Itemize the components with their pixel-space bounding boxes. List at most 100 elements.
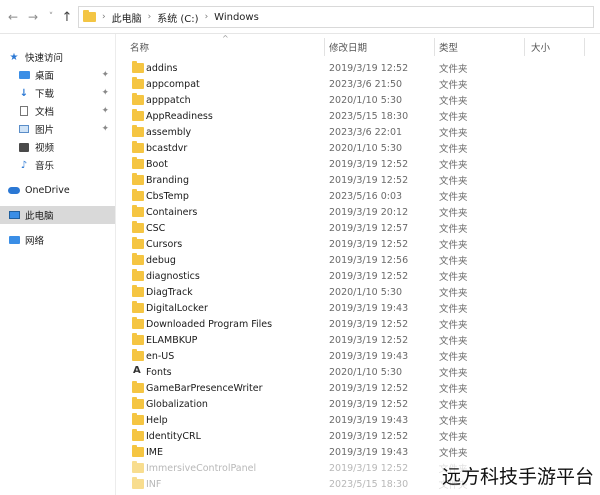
table-row[interactable]: Downloaded Program Files 2019/3/19 12:52 文… <box>128 316 600 332</box>
table-row[interactable]: appcompat 2023/3/6 21:50 文件夹 <box>128 76 600 92</box>
sidebar-item-label: 音乐 <box>35 161 55 172</box>
breadcrumb-windows[interactable]: Windows <box>214 12 259 23</box>
file-type: 文件夹 <box>439 448 468 459</box>
table-row[interactable]: Branding 2019/3/19 12:52 文件夹 <box>128 172 600 188</box>
file-modified-date: 2019/3/19 19:43 <box>329 446 409 458</box>
table-row[interactable]: Containers 2019/3/19 20:12 文件夹 <box>128 204 600 220</box>
table-row[interactable]: CSC 2019/3/19 12:57 文件夹 <box>128 220 600 236</box>
table-row[interactable]: diagnostics 2019/3/19 12:52 文件夹 <box>128 268 600 284</box>
file-modified-date: 2019/3/19 12:57 <box>329 222 409 234</box>
sidebar-item-onedrive[interactable]: OneDrive <box>0 181 115 199</box>
file-name: Cursors <box>146 238 183 250</box>
forward-button[interactable]: → <box>24 6 42 28</box>
watermark-text: 远方科技手游平台 <box>439 462 596 489</box>
folder-icon <box>132 61 144 73</box>
column-divider[interactable] <box>434 38 435 56</box>
breadcrumb-drive-c[interactable]: 系统 (C:) <box>157 10 198 25</box>
column-header-type[interactable]: 类型 <box>439 40 458 54</box>
file-name: en-US <box>146 350 175 362</box>
table-row[interactable]: en-US 2019/3/19 19:43 文件夹 <box>128 348 600 364</box>
column-header-modified[interactable]: 修改日期 <box>329 40 367 54</box>
folder-icon <box>132 109 144 121</box>
sidebar-item-desktop[interactable]: 桌面 ✦ <box>0 66 115 84</box>
table-row[interactable]: GameBarPresenceWriter 2019/3/19 12:52 文件夹 <box>128 380 600 396</box>
breadcrumb[interactable]: › 此电脑 › 系统 (C:) › Windows <box>78 6 594 28</box>
table-row[interactable]: DigitalLocker 2019/3/19 19:43 文件夹 <box>128 300 600 316</box>
file-type: 文件夹 <box>439 128 468 139</box>
file-modified-date: 2023/3/6 22:01 <box>329 126 403 138</box>
sort-ascending-icon: ^ <box>222 34 229 43</box>
breadcrumb-this-pc[interactable]: 此电脑 <box>112 10 142 25</box>
folder-icon <box>132 221 144 233</box>
up-button[interactable]: ↑ <box>58 6 76 28</box>
column-headers: ^ 名称 修改日期 类型 大小 <box>128 34 600 58</box>
folder-icon <box>132 237 144 249</box>
folder-icon <box>132 285 144 297</box>
file-name: Help <box>146 414 168 426</box>
file-name: CSC <box>146 222 166 234</box>
table-row[interactable]: addins 2019/3/19 12:52 文件夹 <box>128 60 600 76</box>
table-row[interactable]: debug 2019/3/19 12:56 文件夹 <box>128 252 600 268</box>
back-button[interactable]: ← <box>4 6 22 28</box>
table-row[interactable]: CbsTemp 2023/5/16 0:03 文件夹 <box>128 188 600 204</box>
table-row[interactable]: IdentityCRL 2019/3/19 12:52 文件夹 <box>128 428 600 444</box>
file-modified-date: 2023/5/15 18:30 <box>329 478 409 490</box>
file-name: Containers <box>146 206 198 218</box>
file-type: 文件夹 <box>439 320 468 331</box>
sidebar-item-label: 下载 <box>35 89 55 100</box>
sidebar-item-label: 快速访问 <box>25 53 64 64</box>
file-type: 文件夹 <box>439 400 468 411</box>
table-row[interactable]: IME 2019/3/19 19:43 文件夹 <box>128 444 600 460</box>
sidebar-item-music[interactable]: ♪ 音乐 <box>0 156 115 174</box>
file-modified-date: 2019/3/19 12:52 <box>329 398 409 410</box>
breadcrumb-separator-icon[interactable]: › <box>102 12 106 22</box>
file-type: 文件夹 <box>439 288 468 299</box>
table-row[interactable]: Cursors 2019/3/19 12:52 文件夹 <box>128 236 600 252</box>
table-row[interactable]: assembly 2023/3/6 22:01 文件夹 <box>128 124 600 140</box>
file-name: ImmersiveControlPanel <box>146 462 257 474</box>
column-header-size[interactable]: 大小 <box>531 40 550 54</box>
navigation-pane: ★ 快速访问 桌面 ✦ ↓ 下载 ✦ 文档 ✦ 图片 ✦ 视频 ♪ 音乐 One… <box>0 34 116 495</box>
column-divider[interactable] <box>584 38 585 56</box>
table-row[interactable]: Globalization 2019/3/19 12:52 文件夹 <box>128 396 600 412</box>
file-name: apppatch <box>146 94 191 106</box>
table-row[interactable]: AppReadiness 2023/5/15 18:30 文件夹 <box>128 108 600 124</box>
column-header-name[interactable]: 名称 <box>130 40 149 54</box>
file-name: debug <box>146 254 176 266</box>
file-type: 文件夹 <box>439 272 468 283</box>
table-row[interactable]: DiagTrack 2020/1/10 5:30 文件夹 <box>128 284 600 300</box>
folder-icon <box>132 397 144 409</box>
file-name: GameBarPresenceWriter <box>146 382 263 394</box>
file-modified-date: 2019/3/19 12:52 <box>329 430 409 442</box>
sidebar-item-network[interactable]: 网络 <box>0 231 115 249</box>
file-modified-date: 2019/3/19 12:52 <box>329 382 409 394</box>
breadcrumb-separator-icon[interactable]: › <box>205 12 209 22</box>
table-row[interactable]: ELAMBKUP 2019/3/19 12:52 文件夹 <box>128 332 600 348</box>
sidebar-item-this-pc[interactable]: 此电脑 <box>0 206 115 224</box>
table-row[interactable]: Fonts 2020/1/10 5:30 文件夹 <box>128 364 600 380</box>
folder-icon <box>132 413 144 425</box>
sidebar-item-downloads[interactable]: ↓ 下载 ✦ <box>0 84 115 102</box>
sidebar-item-videos[interactable]: 视频 <box>0 138 115 156</box>
sidebar-item-label: 网络 <box>25 236 45 247</box>
breadcrumb-separator-icon[interactable]: › <box>148 12 152 22</box>
table-row[interactable]: apppatch 2020/1/10 5:30 文件夹 <box>128 92 600 108</box>
table-row[interactable]: Boot 2019/3/19 12:52 文件夹 <box>128 156 600 172</box>
sidebar-item-quick-access[interactable]: ★ 快速访问 <box>0 48 115 66</box>
sidebar-item-documents[interactable]: 文档 ✦ <box>0 102 115 120</box>
file-modified-date: 2020/1/10 5:30 <box>329 142 403 154</box>
column-divider[interactable] <box>324 38 325 56</box>
sidebar-item-pictures[interactable]: 图片 ✦ <box>0 120 115 138</box>
folder-icon <box>132 157 144 169</box>
star-icon: ★ <box>9 51 19 63</box>
file-name: IdentityCRL <box>146 430 201 442</box>
file-type: 文件夹 <box>439 352 468 363</box>
table-row[interactable]: Help 2019/3/19 19:43 文件夹 <box>128 412 600 428</box>
table-row[interactable]: bcastdvr 2020/1/10 5:30 文件夹 <box>128 140 600 156</box>
address-bar: ← → ˅ ↑ › 此电脑 › 系统 (C:) › Windows <box>0 0 600 34</box>
file-type: 文件夹 <box>439 96 468 107</box>
file-name: Branding <box>146 174 189 186</box>
column-divider[interactable] <box>524 38 525 56</box>
file-modified-date: 2019/3/19 12:52 <box>329 270 409 282</box>
back-arrow-icon: ← <box>7 10 19 24</box>
